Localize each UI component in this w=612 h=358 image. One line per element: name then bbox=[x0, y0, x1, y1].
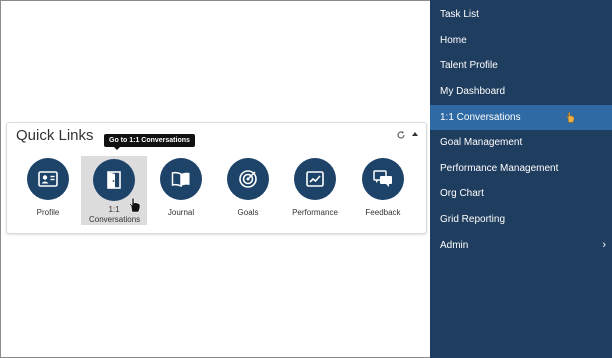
chat-icon bbox=[362, 158, 404, 200]
refresh-icon[interactable] bbox=[396, 130, 406, 140]
sidebar-item-label: Home bbox=[440, 35, 467, 46]
chevron-right-icon: › bbox=[602, 239, 606, 251]
sidebar-item-label: Goal Management bbox=[440, 137, 523, 148]
hand-cursor-icon bbox=[566, 112, 575, 123]
quick-link-profile[interactable]: Profile bbox=[15, 155, 81, 218]
quick-link-label: Profile bbox=[36, 208, 60, 217]
target-icon bbox=[227, 158, 269, 200]
sidebar-item-label: Admin bbox=[440, 240, 469, 251]
sidebar-item-1-1-conversations[interactable]: 1:1 Conversations bbox=[430, 105, 612, 130]
door-icon bbox=[93, 159, 135, 201]
trend-chart-icon bbox=[294, 158, 336, 200]
quick-link-label: Journal bbox=[167, 208, 195, 217]
hand-cursor-icon bbox=[129, 197, 141, 213]
sidebar-item-my-dashboard[interactable]: My Dashboard bbox=[430, 79, 612, 104]
quick-link-feedback[interactable]: Feedback bbox=[350, 155, 416, 218]
sidebar-item-grid-reporting[interactable]: Grid Reporting bbox=[430, 207, 612, 232]
quick-link-label: Feedback bbox=[365, 208, 401, 217]
sidebar-item-label: Grid Reporting bbox=[440, 214, 506, 225]
quick-link-journal[interactable]: Journal bbox=[148, 155, 214, 218]
sidebar-item-label: Org Chart bbox=[440, 188, 484, 199]
sidebar-item-home[interactable]: Home bbox=[430, 28, 612, 53]
quick-link-label: Performance bbox=[292, 208, 338, 217]
journal-icon bbox=[160, 158, 202, 200]
profile-card-icon bbox=[27, 158, 69, 200]
sidebar-item-performance-management[interactable]: Performance Management bbox=[430, 156, 612, 181]
quick-link-performance[interactable]: Performance bbox=[282, 155, 348, 218]
quick-link-label: Goals bbox=[237, 208, 259, 217]
tooltip: Go to 1:1 Conversations bbox=[104, 134, 195, 150]
sidebar-item-label: Performance Management bbox=[440, 163, 559, 174]
quick-link-1-1-conversations[interactable]: 1:1 Conversations bbox=[81, 156, 147, 225]
sidebar-item-label: Task List bbox=[440, 9, 479, 20]
sidebar-item-label: My Dashboard bbox=[440, 86, 506, 97]
sidebar-item-label: 1:1 Conversations bbox=[440, 112, 521, 123]
sidebar-item-task-list[interactable]: Task List bbox=[430, 2, 612, 27]
quick-links-title: Quick Links bbox=[16, 127, 94, 144]
sidebar: Task List Home Talent Profile My Dashboa… bbox=[430, 0, 612, 358]
sidebar-item-org-chart[interactable]: Org Chart bbox=[430, 181, 612, 206]
sidebar-item-goal-management[interactable]: Goal Management bbox=[430, 130, 612, 155]
sidebar-item-admin[interactable]: Admin › bbox=[430, 233, 612, 258]
collapse-icon[interactable] bbox=[412, 132, 418, 136]
sidebar-item-label: Talent Profile bbox=[440, 60, 498, 71]
quick-link-goals[interactable]: Goals bbox=[215, 155, 281, 218]
sidebar-item-talent-profile[interactable]: Talent Profile bbox=[430, 53, 612, 78]
